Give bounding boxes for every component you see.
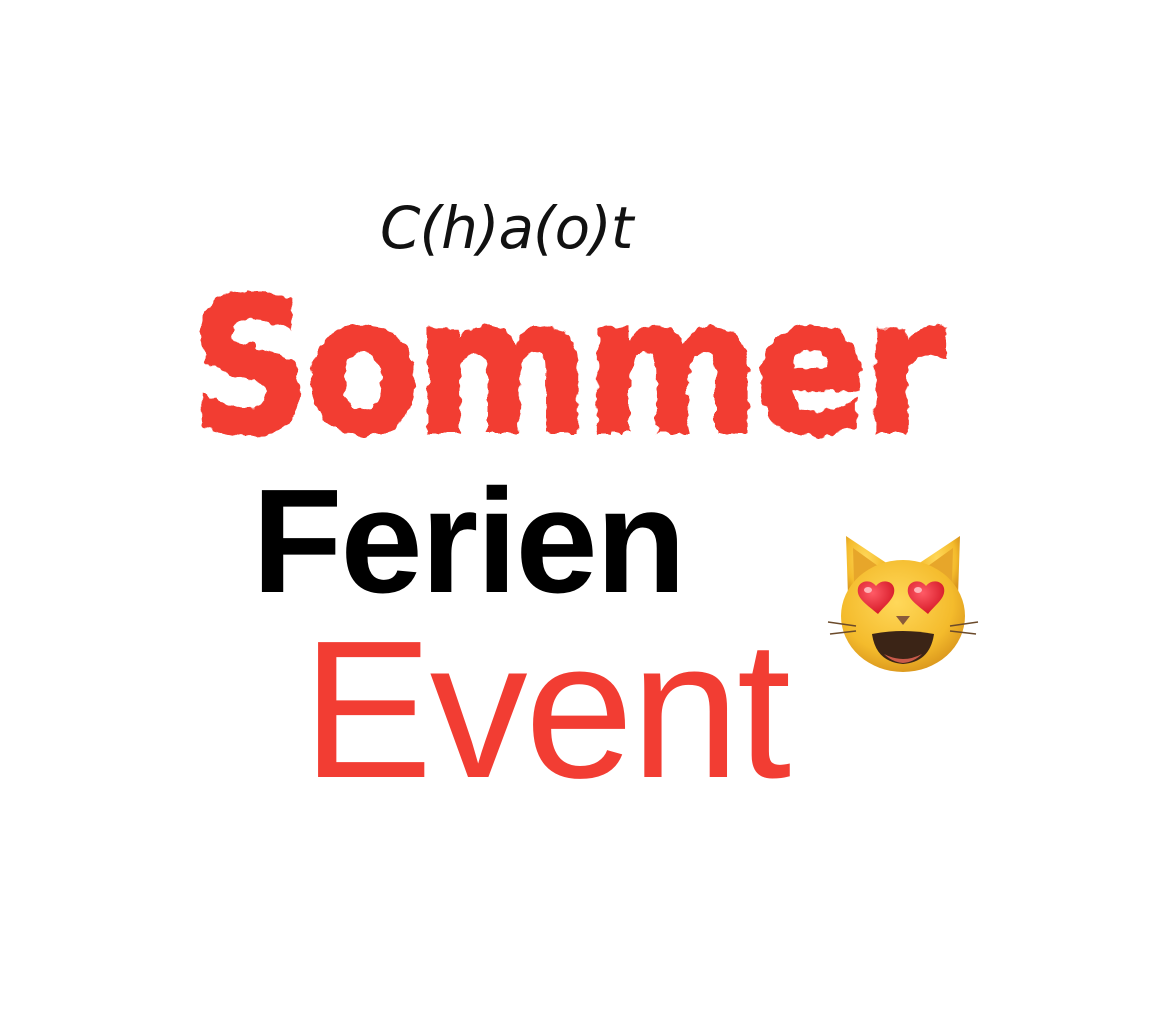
headline-sommer: Sommer bbox=[180, 257, 954, 479]
smiling-cat-heart-eyes-icon bbox=[826, 530, 980, 678]
headline-ferien: Ferien bbox=[252, 459, 686, 624]
sommer-grunge-text: Sommer bbox=[189, 257, 954, 479]
headline-event: Event bbox=[302, 600, 791, 819]
sommer-text: Sommer bbox=[190, 258, 946, 477]
poster: C(h)a(o)t Sommer Ferien Event bbox=[0, 0, 1170, 1019]
brand-wordmark: C(h)a(o)t bbox=[380, 194, 634, 262]
